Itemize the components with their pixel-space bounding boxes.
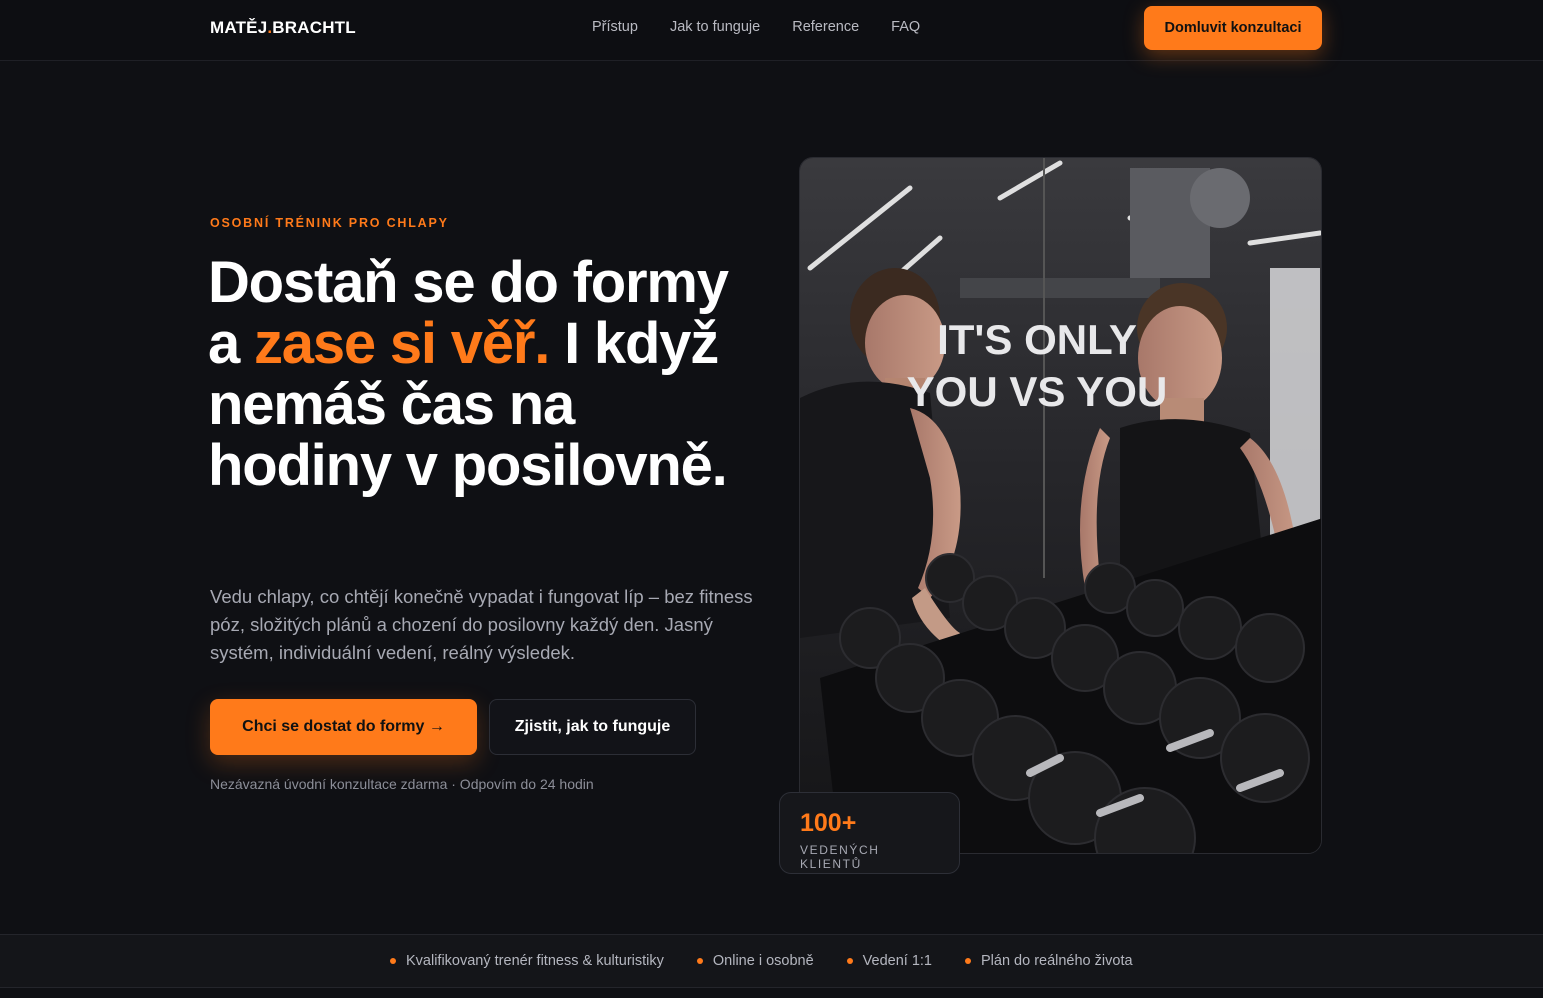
hero-lead: Vedu chlapy, co chtějí konečně vypadat i…: [210, 586, 753, 663]
nav-link-pristup[interactable]: Přístup: [592, 19, 638, 35]
clients-stat-card: 100+ VEDENÝCH KLIENTŮ: [779, 792, 960, 874]
clients-count: 100+: [800, 809, 857, 837]
hero-photo: IT'S ONLY YOU VS YOU: [799, 157, 1322, 854]
bullet-icon: [846, 958, 853, 964]
how-it-works-button[interactable]: Zjistit, jak to funguje: [489, 699, 696, 755]
feature-label: Vedení 1:1: [862, 953, 932, 969]
features-strip: Kvalifikovaný trenér fitness & kulturist…: [0, 934, 1543, 988]
hero-eyebrow: OSOBNÍ TRÉNINK PRO CHLAPY: [210, 216, 449, 230]
hero-headline: Dostaň se do formy a zase si věř. I když…: [208, 252, 768, 496]
hero-note: Nezávazná úvodní konzultace zdarma · Odp…: [210, 776, 594, 792]
gym-mirror-illustration: IT'S ONLY YOU VS YOU: [800, 158, 1321, 853]
feature-label: Online i osobně: [712, 953, 814, 969]
clients-label: VEDENÝCH KLIENTŮ: [800, 843, 880, 871]
get-in-shape-button[interactable]: Chci se dostat do formy →: [210, 699, 477, 755]
nav-link-reference[interactable]: Reference: [792, 19, 859, 35]
feature-item: Vedení 1:1: [846, 953, 932, 969]
logo-last-name: BRACHTL: [272, 18, 356, 37]
feature-item: Online i osobně: [696, 953, 814, 969]
feature-label: Kvalifikovaný trenér fitness & kulturist…: [406, 953, 664, 969]
logo-first-name: MATĚJ: [210, 18, 268, 37]
features-list: Kvalifikovaný trenér fitness & kulturist…: [390, 953, 1133, 969]
bullet-icon: [964, 958, 971, 964]
nav-link-faq[interactable]: FAQ: [891, 19, 920, 35]
feature-item: Plán do reálného života: [964, 953, 1133, 969]
bullet-icon: [696, 958, 703, 964]
logo[interactable]: MATĚJ.BRACHTL: [210, 18, 356, 38]
overlay-line-2: YOU VS YOU: [907, 368, 1168, 415]
top-navigation: MATĚJ.BRACHTL Přístup Jak to funguje Ref…: [0, 0, 1543, 61]
bullet-icon: [390, 958, 396, 964]
overlay-line-1: IT'S ONLY: [937, 316, 1137, 363]
nav-links: Přístup Jak to funguje Reference FAQ: [592, 19, 920, 35]
feature-label: Plán do reálného života: [980, 953, 1133, 969]
feature-item: Kvalifikovaný trenér fitness & kulturist…: [390, 953, 664, 969]
nav-link-jak-to-funguje[interactable]: Jak to funguje: [670, 19, 760, 35]
headline-accent: zase si věř.: [253, 311, 550, 376]
book-consultation-button[interactable]: Domluvit konzultaci: [1144, 6, 1322, 50]
